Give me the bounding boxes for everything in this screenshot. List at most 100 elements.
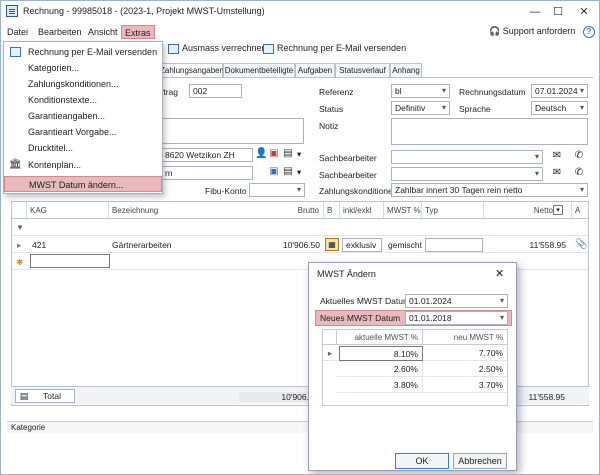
document-icon [6,5,18,17]
person-icon[interactable]: 👤 [255,148,267,160]
menu-garantieangaben[interactable]: Garantieangaben... [4,108,162,124]
dg-corner [323,330,337,345]
auftrag-field[interactable]: 002 [189,84,242,98]
tab-aufgaben[interactable]: Aufgaben [295,63,335,77]
row-1-neu[interactable]: 7.70% [423,346,507,361]
sachbearbeiter-select-1[interactable] [391,150,543,164]
menu-mwst-datum-aendern[interactable]: MWST Datum ändern... [4,176,162,192]
col-kag[interactable]: KAG [27,202,109,219]
dropdown-arrow-icon-2[interactable]: ▾ [297,167,301,178]
minimize-button[interactable]: — [524,4,546,20]
sprache-select[interactable]: Deutsch [531,101,588,115]
email-icon [263,44,274,54]
menu-kontenplan[interactable]: 🏛 Kontenplan... [4,157,162,173]
mail-icon-1[interactable]: ✉ [551,150,563,162]
phone-icon-1[interactable]: ✆ [573,150,585,162]
tab-anhang[interactable]: Anhang [390,63,422,77]
new-row-icon: ✱ [16,257,24,267]
new-row-kag-input[interactable] [30,254,110,268]
contact-card-icon[interactable]: ▣ [268,148,280,160]
row-1-aktuell[interactable]: 8.10% [339,346,423,361]
total-label: Total [43,391,61,401]
row-indicator-icon: ▸ [17,240,22,250]
notiz-textarea[interactable] [391,118,588,145]
tab-dokumentbeteiligte[interactable]: Dokumentbeteiligte [223,63,295,77]
col-neu-mwst[interactable]: neu MWST % [423,330,507,345]
calculator-icon[interactable]: ▦ [325,238,339,251]
neues-field[interactable]: 01.01.2018 [405,311,508,325]
mail-icon-2[interactable]: ✉ [551,167,563,179]
email-icon [10,47,21,57]
neues-label: Neues MWST Datum [320,313,401,323]
ausmass-button[interactable]: Ausmass verrechnen [168,43,267,54]
paperclip-icon[interactable]: 📎 [575,239,587,250]
card-icon[interactable]: ▣ [268,166,280,178]
menu-ansicht[interactable]: Ansicht [85,25,121,39]
col-inkl[interactable]: inkl/exkl [340,202,384,219]
menu-kategorien[interactable]: Kategorien... [4,60,162,76]
status-select[interactable]: Definitiv [391,101,450,115]
row-2-neu[interactable]: 2.50% [423,362,507,377]
row-2-aktuell[interactable]: 2.60% [337,362,423,377]
referenz-select[interactable]: bl [391,84,450,98]
menu-drucktitel[interactable]: Drucktitel... [4,140,162,156]
address-field[interactable]: 8620 Wetzikon ZH [161,148,253,162]
aktuelles-field[interactable]: 01.01.2024 [405,294,508,308]
address-textarea[interactable] [161,118,304,144]
user-card-icon-2[interactable]: ▤ [282,166,294,178]
menu-bar: Datei Bearbeiten Ansicht Extras 🎧 Suppor… [1,23,599,41]
email-button[interactable]: Rechnung per E-Mail versenden [263,43,407,54]
abbrechen-button[interactable]: Abbrechen [453,453,507,469]
col-aktuelle-mwst[interactable]: aktuelle MWST % [337,330,423,345]
menu-garantieart-vorgabe[interactable]: Garantieart Vorgabe... [4,124,162,140]
phone-icon-2[interactable]: ✆ [573,167,585,179]
column-chooser-icon[interactable]: ▾ [553,205,563,215]
email-label: Rechnung per E-Mail versenden [277,43,407,53]
cell-brutto[interactable]: 10'906.50 [274,240,320,250]
mwst-dialog: MWST Ändern ✕ Aktuelles MWST Datum 01.01… [308,262,517,471]
menu-zahlungskonditionen[interactable]: Zahlungskonditionen... [4,76,162,92]
menu-email-versenden[interactable]: Rechnung per E-Mail versenden [4,44,162,60]
col-b[interactable]: B [324,202,340,219]
cell-mwst[interactable]: gemischt [388,240,422,250]
cell-kag[interactable]: 421 [32,240,46,250]
grid-corner [12,202,27,219]
menu-konditionstexte[interactable]: Konditionstexte... [4,92,162,108]
sum-icon: ▤ [19,391,29,401]
window-title: Rechnung - 99985018 - (2023-1, Projekt M… [23,6,265,16]
dialog-close-icon[interactable]: ✕ [495,267,504,280]
zahlungskonditionen-select[interactable]: Zahlbar innert 30 Tagen rein netto [391,183,588,197]
maximize-button[interactable]: ☐ [547,4,569,20]
filter-icon[interactable]: ▼ [14,222,26,234]
dropdown-arrow-icon[interactable]: ▾ [297,149,301,160]
second-address-field[interactable]: rn [161,166,253,180]
fibu-label: Fibu-Konto [205,186,247,196]
ok-button[interactable]: OK [395,453,449,469]
close-button[interactable]: ✕ [573,4,595,20]
fibu-select[interactable] [249,183,305,197]
cell-inkl[interactable]: exklusiv [342,238,382,252]
col-mwst[interactable]: MWST % [384,202,422,219]
support-label: Support anfordern [502,26,576,36]
menu-datei[interactable]: Datei [4,25,31,39]
cell-typ[interactable] [425,238,483,252]
col-typ[interactable]: Typ [422,202,484,219]
tab-statusverlauf[interactable]: Statusverlauf [335,63,390,77]
sachbearbeiter-select-2[interactable] [391,167,543,181]
tab-zahlungsangaben[interactable]: Zahlungsangaben [159,63,224,77]
row-3-neu[interactable]: 3.70% [423,378,507,393]
col-a[interactable]: A [572,202,588,219]
menu-extras[interactable]: Extras [121,25,155,39]
extras-dropdown: Rechnung per E-Mail versenden Kategorien… [3,41,163,194]
cell-bezeichnung[interactable]: Gärtnerarbeiten [112,240,172,250]
total-button[interactable]: ▤ Total [15,389,75,403]
rechnungsdatum-field[interactable]: 07.01.2024 [531,84,588,98]
user-card-icon[interactable]: ▤ [282,148,294,160]
row-3-aktuell[interactable]: 3.80% [337,378,423,393]
help-icon[interactable]: ? [583,26,595,38]
support-button[interactable]: 🎧 Support anfordern [489,26,575,37]
menu-bearbeiten[interactable]: Bearbeiten [35,25,85,39]
menu-kontenplan-label: Kontenplan... [28,160,82,170]
cell-netto[interactable]: 11'558.95 [502,240,566,250]
col-brutto[interactable]: Brutto [236,202,324,219]
